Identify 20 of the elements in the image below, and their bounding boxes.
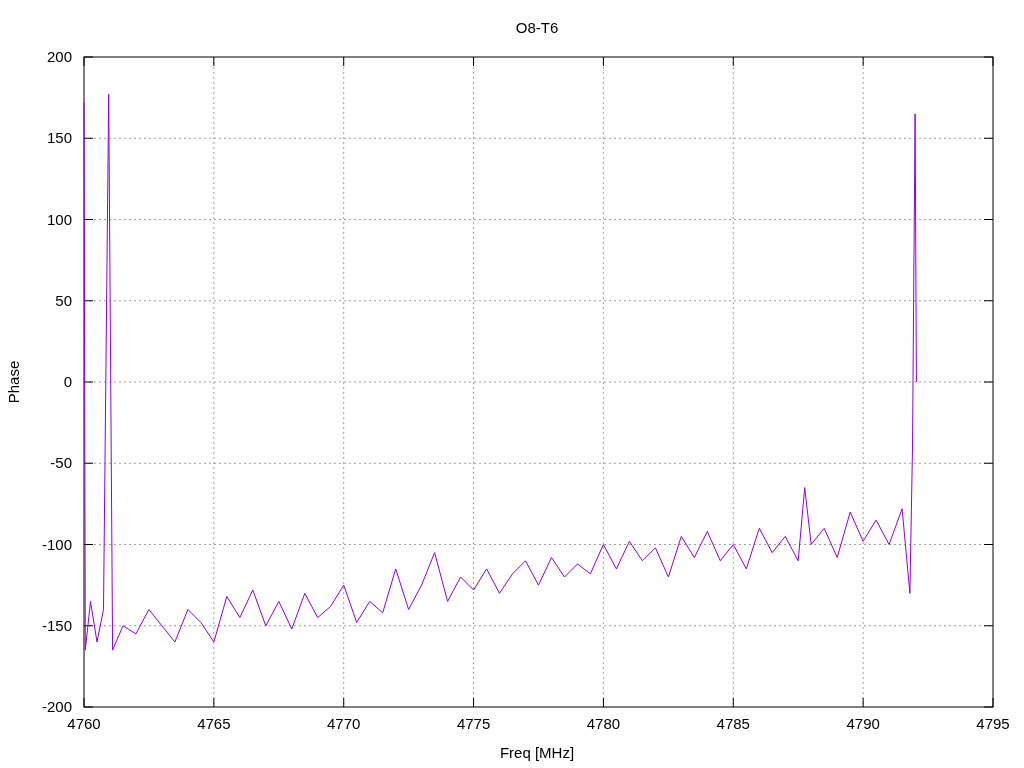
tick-label: 4770 (327, 715, 361, 732)
tick-label: 4760 (67, 715, 101, 732)
tick-label: 100 (46, 210, 72, 228)
tick-label: 50 (55, 291, 72, 309)
tick-label: 4775 (456, 715, 491, 732)
tick-label: 4780 (586, 715, 621, 732)
tick-label: -100 (41, 535, 72, 553)
axis-label: Freq [MHz] (499, 744, 575, 761)
tick-label: 0 (63, 373, 72, 390)
tick-label: 4765 (197, 715, 231, 732)
tick-label: -50 (50, 454, 72, 472)
tick-label: 4790 (846, 715, 880, 732)
tick-label: -200 (41, 698, 72, 715)
tick-label: -150 (41, 616, 72, 634)
chart-title: O8-T6 (515, 19, 559, 36)
tick-label: 200 (46, 48, 72, 65)
tick-label: 150 (46, 129, 72, 147)
axis-label: Phase (5, 360, 22, 404)
tick-label: 4795 (976, 715, 1010, 732)
tick-label: 4785 (716, 715, 750, 732)
